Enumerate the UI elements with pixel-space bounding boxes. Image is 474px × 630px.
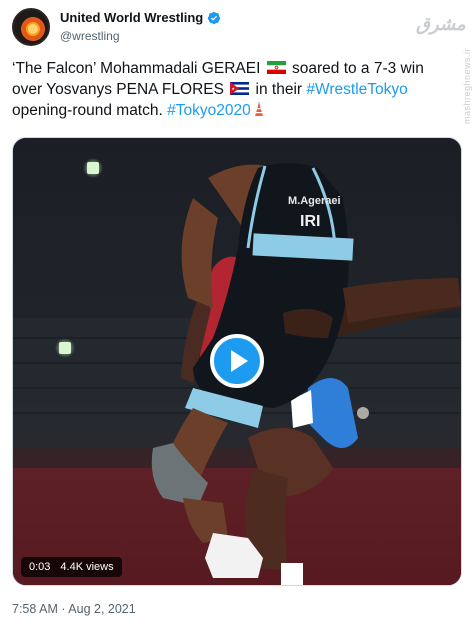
cuba-flag-icon [230,82,250,95]
singlet-name-text: M.Ageraei [288,195,341,207]
watermark-logo: مشرق [416,14,467,35]
singlet-country-text: IRI [300,213,320,230]
hashtag-link[interactable]: #Tokyo2020 [167,102,251,119]
display-name[interactable]: United World Wrestling [60,10,203,25]
uww-logo-icon [19,15,47,43]
tweet-header: United World Wrestling @wrestling [12,8,462,48]
verified-badge-icon [208,11,221,24]
tweet-text-part: opening-round match. [12,102,168,119]
tweet-text-part: ‘The Falcon’ Mohammadali GERAEI [12,60,265,77]
video-player[interactable]: M.Ageraei IRI 0:03 4.4K views [12,137,462,586]
account-avatar[interactable] [12,8,50,46]
video-duration: 0:03 [29,561,51,573]
play-icon [231,350,248,372]
account-handle[interactable]: @wrestling [60,29,120,43]
name-row: United World Wrestling [60,10,221,25]
watermark-side-text: mashreghnews.ir [462,48,472,125]
tweet-timestamp[interactable]: 7:58 AM · Aug 2, 2021 [12,602,136,616]
iran-flag-icon [266,61,286,74]
play-button[interactable] [210,334,264,388]
tweet-text: ‘The Falcon’ Mohammadali GERAEI soared t… [12,58,458,121]
hashtag-link[interactable]: #WrestleTokyo [306,81,407,98]
tweet-text-part: in their [251,81,307,98]
video-views: 4.4K views [60,561,114,573]
tokyo-tower-icon [254,101,263,116]
video-info-badge: 0:03 4.4K views [21,557,122,577]
